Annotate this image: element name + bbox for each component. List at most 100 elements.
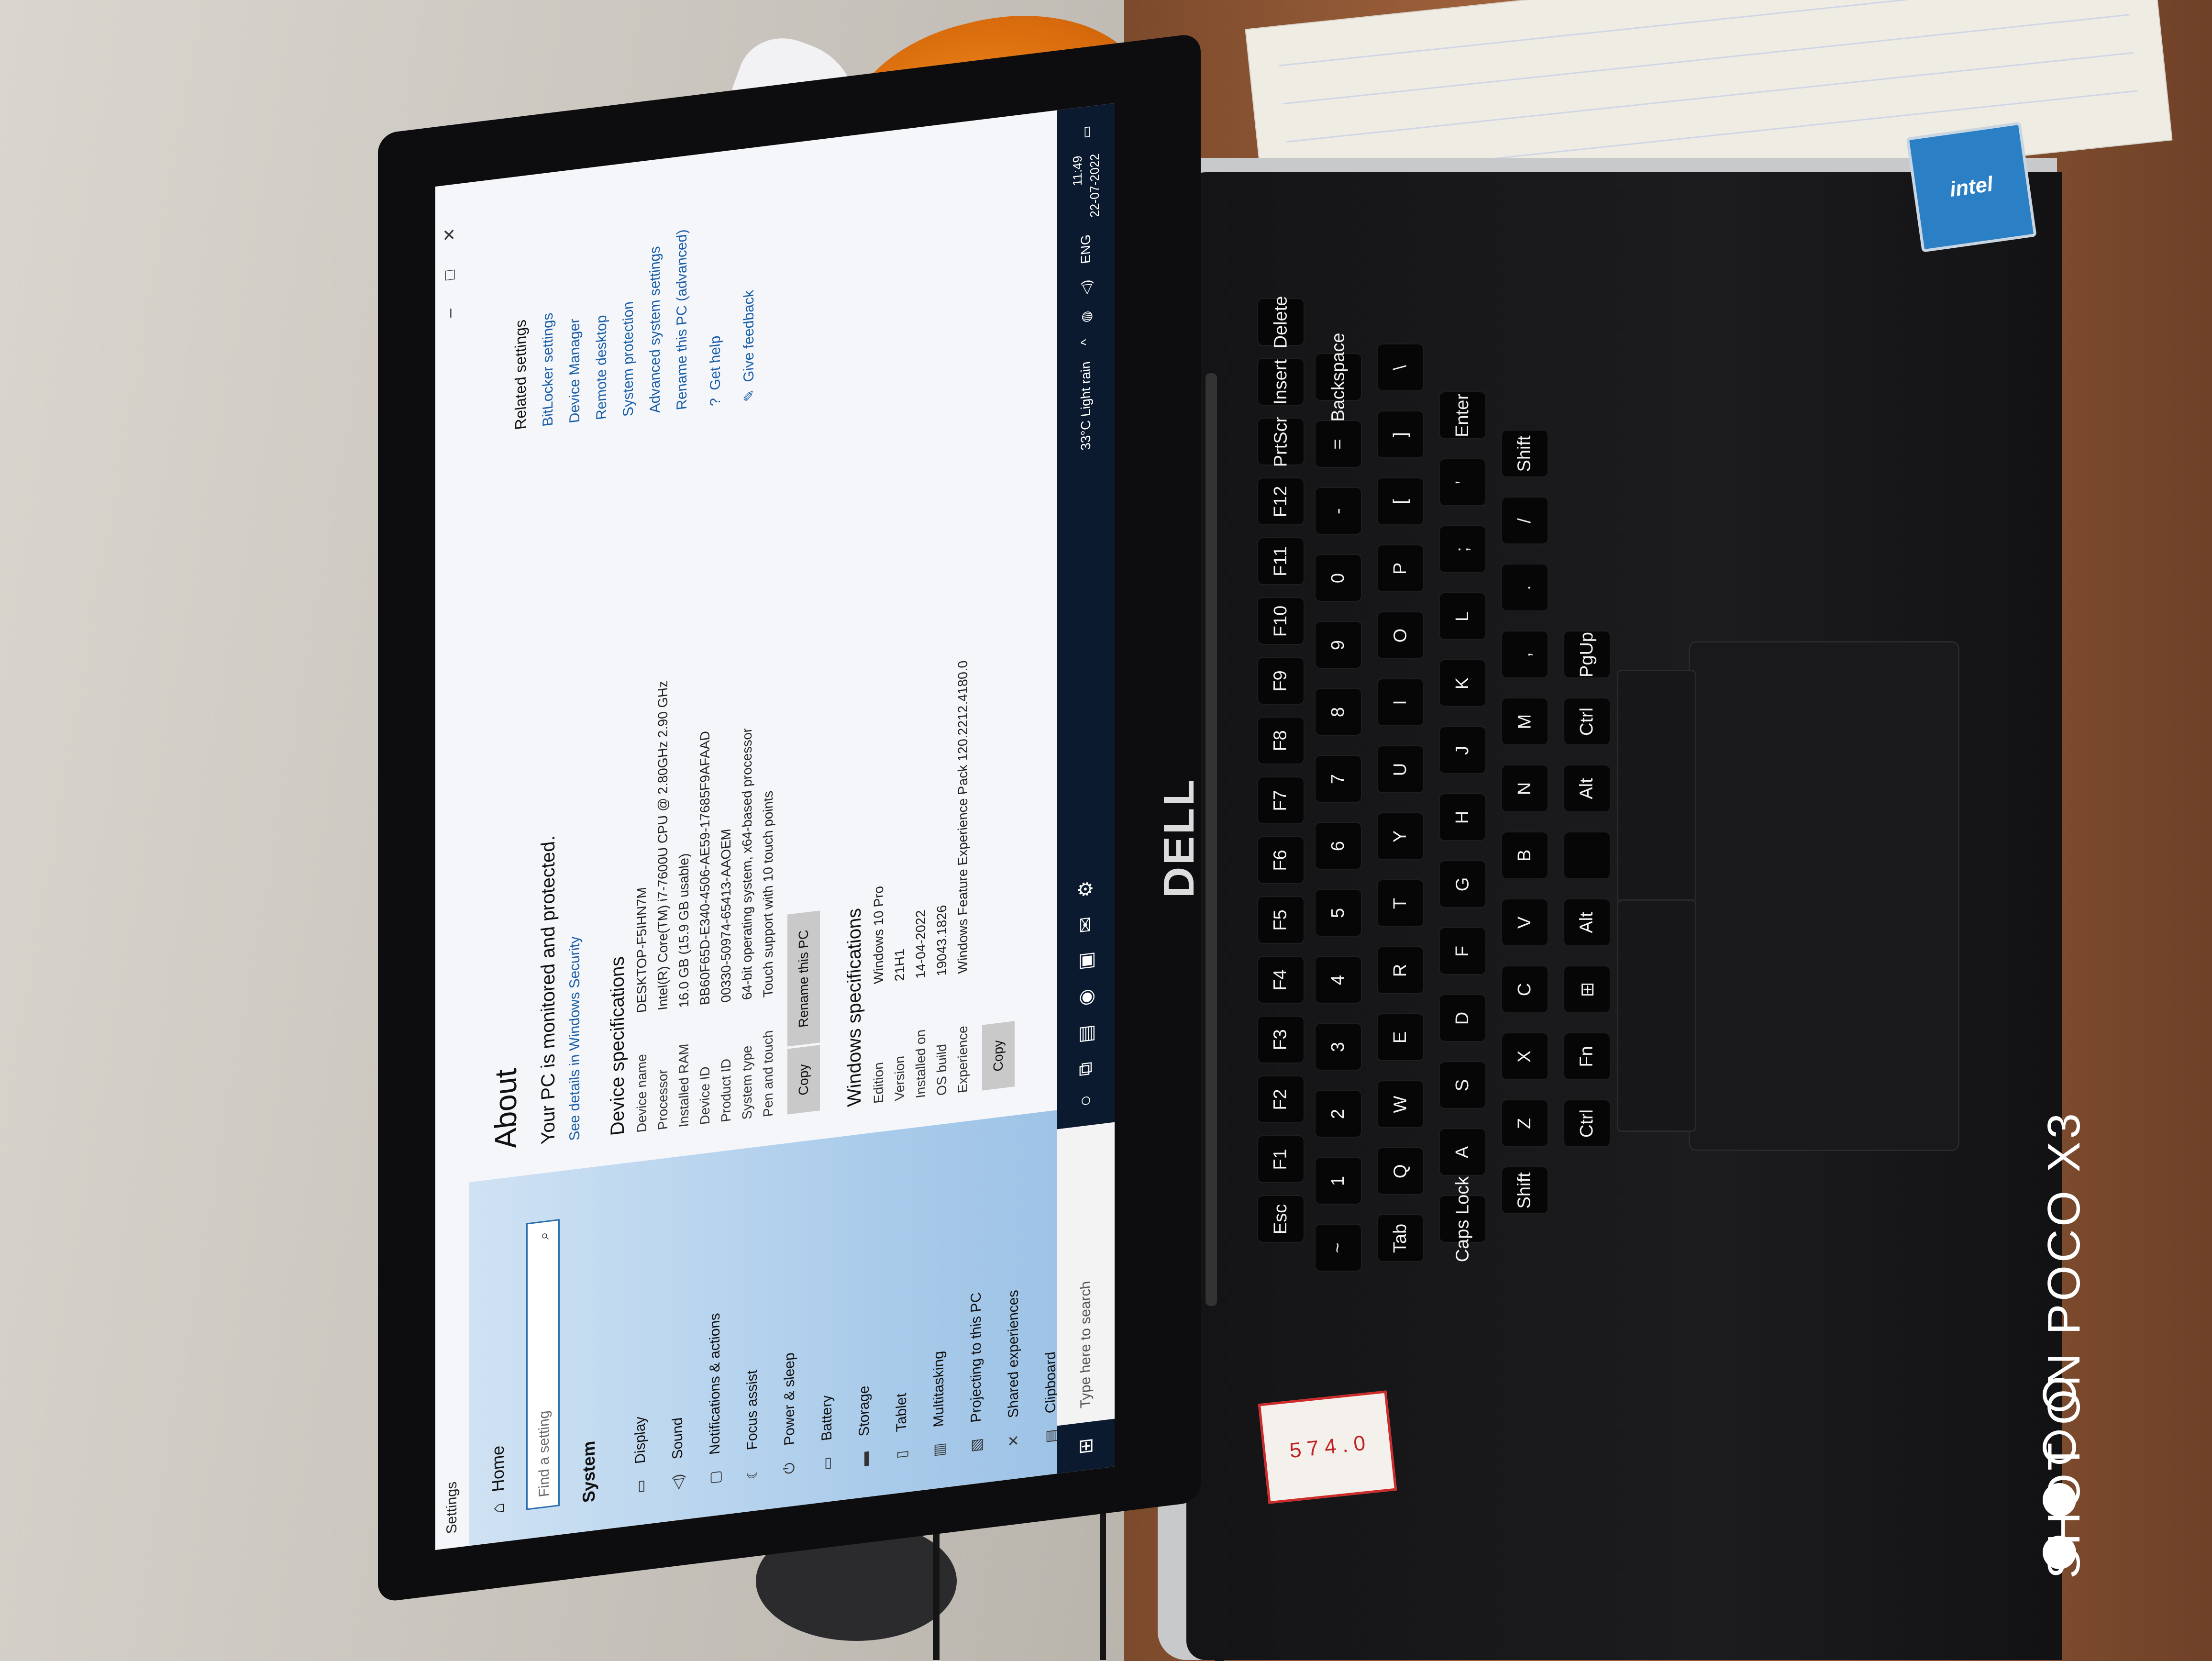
maximize-icon[interactable]: □ bbox=[441, 240, 459, 281]
copy-windows-specs-button[interactable]: Copy bbox=[982, 1020, 1015, 1091]
keyboard-key[interactable]: Fn bbox=[1564, 1033, 1610, 1079]
notification-center-icon[interactable]: ▭ bbox=[1078, 125, 1094, 140]
file-explorer-icon[interactable]: ▤ bbox=[1075, 1024, 1097, 1044]
keyboard-key[interactable]: H bbox=[1440, 794, 1485, 840]
volume-icon[interactable]: ◁) bbox=[1078, 279, 1094, 296]
keyboard-key[interactable]: 0 bbox=[1316, 555, 1361, 601]
keyboard-key[interactable]: ] bbox=[1378, 411, 1423, 457]
chevron-up-icon[interactable]: ^ bbox=[1078, 338, 1094, 346]
keyboard-key[interactable]: X bbox=[1502, 1033, 1548, 1079]
keyboard-key[interactable]: \ bbox=[1378, 344, 1423, 390]
keyboard-key[interactable]: J bbox=[1440, 727, 1485, 773]
sidebar-item-tablet[interactable]: ▯ Tablet bbox=[883, 1288, 920, 1466]
keyboard-key[interactable]: [ bbox=[1378, 478, 1423, 524]
task-view-icon[interactable]: ⧉ bbox=[1075, 1061, 1097, 1077]
keyboard-key[interactable]: R bbox=[1378, 947, 1423, 993]
language-indicator[interactable]: ENG bbox=[1078, 234, 1094, 265]
windows-security-link[interactable]: See details in Windows Security bbox=[567, 432, 583, 1141]
keyboard-key[interactable]: Delete bbox=[1258, 296, 1304, 348]
keyboard-key[interactable]: 5 bbox=[1316, 890, 1361, 936]
keyboard-key[interactable]: B bbox=[1502, 832, 1548, 878]
keyboard-key[interactable]: 4 bbox=[1316, 957, 1361, 1003]
keyboard-key[interactable]: F11 bbox=[1258, 538, 1304, 584]
keyboard-key[interactable]: Backspace bbox=[1316, 332, 1361, 421]
windows-start-icon[interactable]: ⊞ bbox=[1075, 1421, 1097, 1472]
keyboard-key[interactable]: F5 bbox=[1258, 897, 1304, 943]
minimize-icon[interactable]: – bbox=[441, 279, 459, 319]
keyboard-key[interactable]: 6 bbox=[1316, 823, 1361, 869]
keyboard-key[interactable]: ; bbox=[1440, 526, 1485, 572]
sidebar-item-power-sleep[interactable]: ⏻ Power & sleep bbox=[771, 1302, 808, 1480]
keyboard-key[interactable]: Esc bbox=[1258, 1196, 1304, 1242]
touchpad-button-left[interactable] bbox=[1617, 670, 1696, 902]
keyboard-key[interactable]: F bbox=[1440, 928, 1485, 974]
keyboard-key[interactable]: P bbox=[1378, 545, 1423, 591]
edge-icon[interactable]: ◉ bbox=[1075, 988, 1097, 1008]
related-link-advanced-system-settings[interactable]: Advanced system settings bbox=[647, 173, 664, 414]
keyboard-key[interactable]: K bbox=[1440, 660, 1485, 706]
clock[interactable]: 11:49 22-07-2022 bbox=[1069, 153, 1103, 221]
keyboard-key[interactable]: L bbox=[1440, 593, 1485, 639]
sidebar-item-focus-assist[interactable]: ☾ Focus assist bbox=[734, 1307, 771, 1485]
weather-widget[interactable]: 33°C Light rain bbox=[1078, 361, 1094, 451]
network-icon[interactable]: ◍ bbox=[1078, 310, 1094, 323]
keyboard-key[interactable]: F1 bbox=[1258, 1136, 1304, 1182]
keyboard-key[interactable]: I bbox=[1378, 679, 1423, 725]
sidebar-item-projecting-to-this-pc[interactable]: ▧ Projecting to this PC bbox=[958, 1279, 995, 1457]
keyboard-key[interactable]: Q bbox=[1378, 1148, 1423, 1194]
touchpad-button-right[interactable] bbox=[1617, 899, 1696, 1132]
keyboard-key[interactable]: PrtScr bbox=[1258, 416, 1304, 467]
keyboard-key[interactable]: F3 bbox=[1258, 1017, 1304, 1063]
keyboard-key[interactable]: Y bbox=[1378, 813, 1423, 859]
keyboard-key[interactable]: F8 bbox=[1258, 718, 1304, 764]
related-link-rename-this-pc-advanced[interactable]: Rename this PC (advanced) bbox=[674, 170, 690, 411]
keyboard-key[interactable]: O bbox=[1378, 612, 1423, 658]
mail-icon[interactable]: ✉ bbox=[1075, 915, 1097, 934]
keyboard-key[interactable]: , bbox=[1502, 631, 1548, 677]
sidebar-item-sound[interactable]: ◁) Sound bbox=[659, 1316, 697, 1494]
keyboard-key[interactable]: F2 bbox=[1258, 1076, 1304, 1122]
sidebar-item-display[interactable]: ▭ Display bbox=[622, 1320, 659, 1498]
keyboard-key[interactable]: Z bbox=[1502, 1100, 1548, 1146]
keyboard-key[interactable]: G bbox=[1440, 861, 1485, 907]
keyboard-key[interactable]: 3 bbox=[1316, 1024, 1361, 1070]
get-help-link[interactable]: ? Get help bbox=[708, 166, 724, 407]
keyboard-key[interactable]: Enter bbox=[1440, 392, 1485, 438]
keyboard-key[interactable]: S bbox=[1440, 1062, 1485, 1108]
keyboard-key[interactable]: E bbox=[1378, 1014, 1423, 1060]
rename-pc-button[interactable]: Rename this PC bbox=[787, 910, 820, 1047]
keyboard-key[interactable]: T bbox=[1378, 880, 1423, 926]
keyboard-key[interactable]: ' bbox=[1440, 459, 1485, 505]
related-link-bitlocker-settings[interactable]: BitLocker settings bbox=[540, 186, 556, 427]
keyboard-key[interactable]: Ctrl bbox=[1564, 1100, 1610, 1146]
keyboard-key[interactable]: M bbox=[1502, 698, 1548, 744]
keyboard-key[interactable]: 9 bbox=[1316, 622, 1361, 668]
settings-icon[interactable]: ⚙ bbox=[1075, 879, 1097, 899]
keyboard-key[interactable]: W bbox=[1378, 1081, 1423, 1127]
keyboard-key[interactable]: C bbox=[1502, 966, 1548, 1012]
keyboard-key[interactable]: ⊞ bbox=[1564, 966, 1610, 1012]
keyboard-key[interactable]: F6 bbox=[1258, 837, 1304, 883]
store-icon[interactable]: ▣ bbox=[1075, 951, 1097, 971]
home-nav[interactable]: ⌂ Home bbox=[488, 1445, 508, 1515]
keyboard-key[interactable]: F10 bbox=[1258, 598, 1304, 644]
keyboard-key[interactable]: PgUp bbox=[1564, 631, 1610, 677]
keyboard-key[interactable]: 8 bbox=[1316, 689, 1361, 735]
keyboard-key[interactable]: F4 bbox=[1258, 957, 1304, 1003]
keyboard-key[interactable]: 1 bbox=[1316, 1158, 1361, 1204]
sidebar-item-storage[interactable]: ▬ Storage bbox=[846, 1293, 883, 1471]
keyboard-key[interactable] bbox=[1564, 832, 1610, 878]
keyboard-key[interactable]: F9 bbox=[1258, 658, 1304, 704]
keyboard-key[interactable]: . bbox=[1502, 565, 1548, 610]
keyboard-key[interactable]: Caps Lock bbox=[1440, 1176, 1485, 1262]
keyboard-key[interactable]: Alt bbox=[1564, 899, 1610, 945]
keyboard-key[interactable]: Insert bbox=[1258, 359, 1304, 405]
related-link-device-manager[interactable]: Device Manager bbox=[567, 183, 583, 424]
keyboard-key[interactable]: 7 bbox=[1316, 756, 1361, 802]
taskbar-search[interactable]: Type here to search bbox=[1057, 1122, 1115, 1426]
related-link-remote-desktop[interactable]: Remote desktop bbox=[594, 179, 610, 421]
keyboard-key[interactable]: Ctrl bbox=[1564, 698, 1610, 744]
keyboard-key[interactable]: V bbox=[1502, 899, 1548, 945]
copy-device-specs-button[interactable]: Copy bbox=[787, 1044, 820, 1115]
keyboard-key[interactable]: D bbox=[1440, 995, 1485, 1041]
